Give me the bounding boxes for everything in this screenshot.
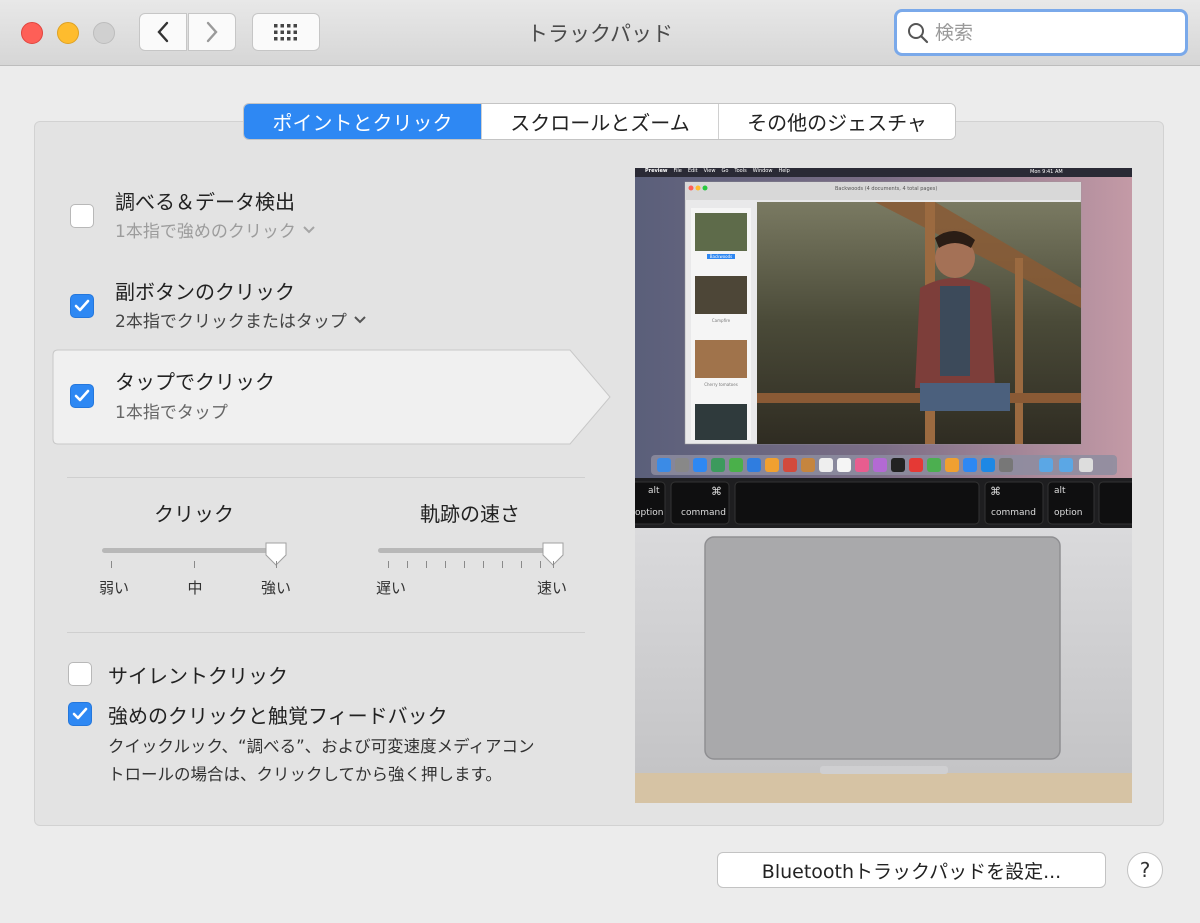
secondary-click-title: 副ボタンのクリック [115,280,295,304]
search-field[interactable] [894,9,1188,56]
key-option-label: option [1054,508,1083,518]
preview-menubar-clock: Mon 9:41 AM [1030,169,1063,175]
slider-tick [521,561,522,568]
silent-click-checkbox[interactable] [68,662,92,686]
search-icon [908,22,929,43]
divider [67,477,585,478]
title-bar: トラックパッド [0,0,1200,66]
thumbnail-label: Campfire [711,318,731,323]
key-command-label: command [681,508,726,518]
gesture-preview-image: Preview File Edit View Go Tools Window H… [635,168,1132,803]
secondary-click-checkbox[interactable] [70,294,94,318]
lookup-gesture-select[interactable]: 1本指で強めのクリック [115,217,316,242]
key-alt-label: alt [648,486,660,496]
tab-scroll-and-zoom[interactable]: スクロールとズーム [482,104,719,139]
silent-click-label: サイレントクリック [108,664,288,688]
preview-doc-title: Backwoods (4 documents, 4 total pages) [835,186,938,192]
slider-tick [407,561,408,568]
secondary-click-gesture-value: 2本指でクリックまたはタップ [115,312,347,332]
divider [67,632,585,633]
thumbnail-label: Cherry tomatoes [704,382,738,387]
preview-menu-item: File [673,168,682,174]
force-click-checkbox[interactable] [68,702,92,726]
slider-tick [276,561,277,568]
checkmark-icon [74,299,90,312]
click-label-firm: 強い [260,579,291,597]
chevron-down-icon [303,225,315,233]
preview-menu-item: Window [752,168,773,174]
speed-label-fast: 速い [536,579,567,597]
slider-tick [502,561,503,568]
preview-menu-item: View [703,168,716,174]
slider-tick [553,561,554,568]
secondary-click-gesture-select[interactable]: 2本指でクリックまたはタップ [115,307,367,332]
slider-tick [194,561,195,568]
lookup-checkbox[interactable] [70,204,94,228]
help-button[interactable]: ? [1127,852,1163,888]
key-alt-label: alt [1054,486,1066,496]
force-click-description-line-1: クイックルック、“調べる”、および可変速度メディアコン [108,737,535,756]
click-slider-track[interactable] [102,548,278,553]
preview-menu-item: Preview [645,168,668,174]
tab-more-gestures[interactable]: その他のジェスチャ [719,104,955,139]
click-label-medium: 中 [187,579,203,597]
tracking-speed-slider-title: 軌跡の速さ [420,502,520,526]
slider-tick [111,561,112,568]
slider-tick [426,561,427,568]
force-click-description: クイックルック、“調べる”、および可変速度メディアコン トロールの場合は、クリッ… [108,733,608,789]
search-input[interactable] [935,21,1165,44]
lookup-title: 調べる＆データ検出 [115,190,295,214]
checkmark-icon [72,707,88,720]
preview-menu-item: Help [778,168,790,174]
checkmark-icon [74,389,90,402]
tab-point-and-click[interactable]: ポイントとクリック [244,104,482,139]
thumbnail-label: Backwoods [709,254,733,259]
key-command-label: command [991,508,1036,518]
tap-to-click-subtitle: 1本指でタップ [115,403,228,423]
tap-to-click-title: タップでクリック [115,370,275,394]
slider-tick [483,561,484,568]
slider-tick [445,561,446,568]
slider-tick [540,561,541,568]
command-symbol-icon: ⌘ [711,485,722,498]
chevron-down-icon [354,315,366,323]
force-click-description-line-2: トロールの場合は、クリックしてから強く押します。 [108,765,502,784]
preview-menubar: Preview File Edit View Go Tools Window H… [637,168,790,174]
preview-menu-item: Edit [687,168,698,174]
selected-option-highlight [52,349,611,445]
speed-label-slow: 遅い [375,579,406,597]
click-slider-title: クリック [154,502,234,526]
preview-menu-item: Go [721,168,729,174]
click-label-light: 弱い [98,579,129,597]
tracking-speed-slider-track[interactable] [378,548,554,553]
tab-bar: ポイントとクリック スクロールとズーム その他のジェスチャ [243,103,956,140]
lookup-gesture-value: 1本指で強めのクリック [115,222,296,242]
preview-menu-item: Tools [734,168,747,174]
key-option-label: option [635,508,664,518]
slider-tick [464,561,465,568]
setup-bluetooth-trackpad-button[interactable]: Bluetoothトラックパッドを設定... [717,852,1106,888]
tap-to-click-checkbox[interactable] [70,384,94,408]
force-click-label: 強めのクリックと触覚フィードバック [108,704,448,728]
command-symbol-icon: ⌘ [990,485,1001,498]
slider-tick [388,561,389,568]
